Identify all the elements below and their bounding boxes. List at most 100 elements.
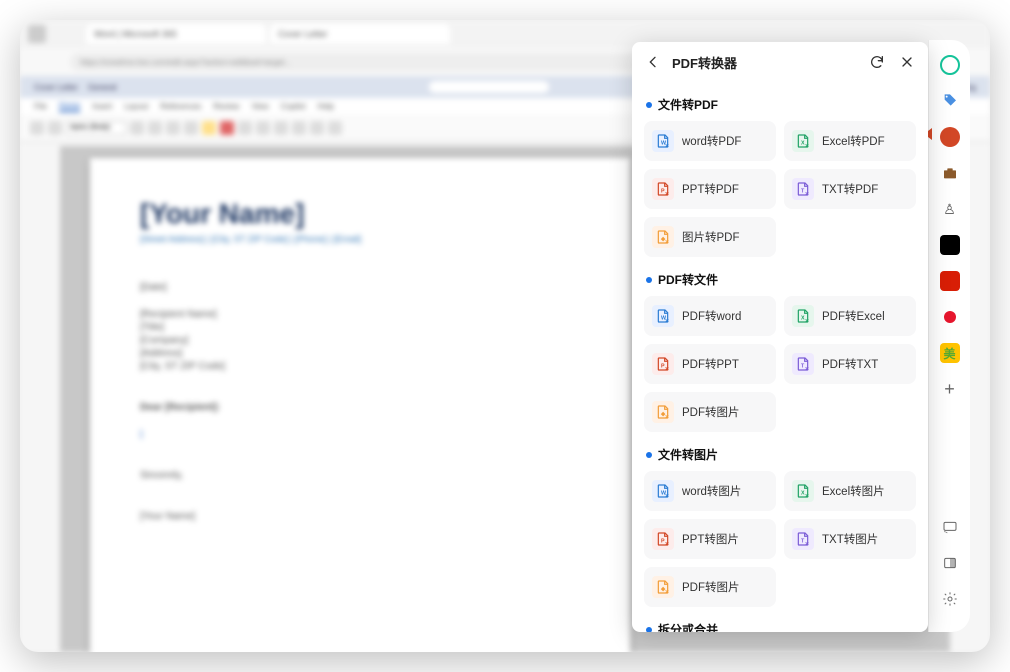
tool-PDF转word[interactable]: W PDF转word <box>644 296 776 336</box>
sidebar-toggle-icon[interactable] <box>939 552 961 574</box>
add-extension-icon[interactable]: + <box>939 378 961 400</box>
briefcase-icon[interactable] <box>939 162 961 184</box>
doc-date[interactable]: [Date] <box>140 282 580 293</box>
tool-word转PDF[interactable]: Wword转PDF <box>644 121 776 161</box>
tool-TXT转PDF[interactable]: T TXT转PDF <box>784 169 916 209</box>
txt-file-icon: T <box>792 178 814 200</box>
doc-closing[interactable]: Sincerely, <box>140 470 580 481</box>
tool-Excel转PDF[interactable]: X Excel转PDF <box>784 121 916 161</box>
tool-label: PDF转图片 <box>682 404 740 420</box>
ppt-file-icon: P <box>652 353 674 375</box>
excel-file-icon: X <box>792 305 814 327</box>
menu-layout[interactable]: Layout <box>124 102 148 111</box>
tool-PDF转PPT[interactable]: PPDF转PPT <box>644 344 776 384</box>
tiktok-icon[interactable] <box>939 234 961 256</box>
font-selector[interactable]: Aptos (Body) <box>70 124 110 131</box>
tool-Excel转图片[interactable]: X Excel转图片 <box>784 471 916 511</box>
txt-file-icon: T <box>792 528 814 550</box>
svg-text:P: P <box>661 188 665 194</box>
svg-text:P: P <box>661 538 665 544</box>
doc-line[interactable]: [Company] <box>140 335 580 346</box>
tool-label: word转PDF <box>682 133 741 149</box>
tool-PDF转图片[interactable]: ◆ PDF转图片 <box>644 392 776 432</box>
powerpoint-icon[interactable] <box>939 126 961 148</box>
doc-greeting[interactable]: Dear [Recipient]: <box>140 402 580 413</box>
img-file-icon: ◆ <box>652 401 674 423</box>
chess-icon[interactable]: ♙ <box>939 198 961 220</box>
doc-line[interactable]: [Address] <box>140 348 580 359</box>
doc-title[interactable]: [Your Name] <box>140 198 580 230</box>
browser-tab-2[interactable]: Cover Letter <box>278 29 328 39</box>
tool-label: PPT转图片 <box>682 531 739 547</box>
tool-PDF转TXT[interactable]: TPDF转TXT <box>784 344 916 384</box>
doc-line[interactable]: [City, ST ZIP Code] <box>140 361 580 372</box>
svg-text:◆: ◆ <box>660 411 665 417</box>
section-title: 文件转PDF <box>646 96 916 113</box>
meituan-icon[interactable]: 美 <box>939 342 961 364</box>
panel-title: PDF转换器 <box>672 53 858 72</box>
doc-line[interactable]: [Recipient Name] <box>140 309 580 320</box>
tool-label: 图片转PDF <box>682 229 740 245</box>
tags-icon[interactable] <box>939 90 961 112</box>
menu-review[interactable]: Review <box>213 102 239 111</box>
doc-subtitle[interactable]: [Street Address] | [City, ST ZIP Code] |… <box>140 234 580 244</box>
svg-text:T: T <box>801 188 805 194</box>
cast-icon[interactable] <box>939 516 961 538</box>
doc-line[interactable]: [Title] <box>140 322 580 333</box>
menu-view[interactable]: View <box>251 102 268 111</box>
svg-text:◆: ◆ <box>660 236 665 242</box>
tool-label: TXT转PDF <box>822 181 878 197</box>
menu-home[interactable]: Home <box>59 101 80 112</box>
tool-label: PPT转PDF <box>682 181 739 197</box>
svg-text:T: T <box>801 363 805 369</box>
menu-file[interactable]: File <box>34 102 47 111</box>
svg-text:X: X <box>801 315 805 321</box>
img-file-icon: ◆ <box>652 576 674 598</box>
browser-tab-1[interactable]: Word | Microsoft 365 <box>94 29 177 39</box>
menu-references[interactable]: References <box>160 102 201 111</box>
tool-PPT转PDF[interactable]: P PPT转PDF <box>644 169 776 209</box>
word-search[interactable] <box>429 81 549 93</box>
svg-text:X: X <box>801 490 805 496</box>
svg-text:◆: ◆ <box>660 586 665 592</box>
app-red-icon[interactable] <box>939 270 961 292</box>
section-title: 文件转图片 <box>646 446 916 463</box>
weibo-icon[interactable] <box>939 306 961 328</box>
document-page[interactable]: [Your Name] [Street Address] | [City, ST… <box>90 158 630 652</box>
tool-label: Excel转PDF <box>822 133 885 149</box>
refresh-button[interactable] <box>866 51 888 73</box>
back-button[interactable] <box>642 51 664 73</box>
section-title: 拆分或合并 <box>646 621 916 632</box>
svg-text:W: W <box>661 315 667 321</box>
tool-label: Excel转图片 <box>822 483 885 499</box>
svg-text:T: T <box>801 538 805 544</box>
tool-label: PDF转word <box>682 308 741 324</box>
tool-PDF转Excel[interactable]: XPDF转Excel <box>784 296 916 336</box>
settings-icon[interactable] <box>939 588 961 610</box>
svg-text:W: W <box>661 140 667 146</box>
word-file-icon: W <box>652 130 674 152</box>
breadcrumb: General <box>88 83 116 92</box>
ppt-file-icon: P <box>652 528 674 550</box>
tool-TXT转图片[interactable]: TTXT转图片 <box>784 519 916 559</box>
ppt-file-icon: P <box>652 178 674 200</box>
tool-PDF转图片[interactable]: ◆PDF转图片 <box>644 567 776 607</box>
close-button[interactable] <box>896 51 918 73</box>
tool-word转图片[interactable]: Wword转图片 <box>644 471 776 511</box>
menu-help[interactable]: Help <box>318 102 334 111</box>
excel-file-icon: X <box>792 480 814 502</box>
tool-图片转PDF[interactable]: ◆ 图片转PDF <box>644 217 776 257</box>
excel-file-icon: X <box>792 130 814 152</box>
svg-text:P: P <box>661 363 665 369</box>
img-file-icon: ◆ <box>652 226 674 248</box>
section-title: PDF转文件 <box>646 271 916 288</box>
doc-signature[interactable]: [Your Name] <box>140 511 580 522</box>
grammarly-icon[interactable] <box>939 54 961 76</box>
breadcrumb: Cover Letter <box>34 83 78 92</box>
tool-PPT转图片[interactable]: P PPT转图片 <box>644 519 776 559</box>
txt-file-icon: T <box>792 353 814 375</box>
menu-insert[interactable]: Insert <box>92 102 112 111</box>
extension-rail: ♙ 美 + <box>928 40 970 632</box>
tool-label: word转图片 <box>682 483 741 499</box>
menu-copilot[interactable]: Copilot <box>281 102 306 111</box>
